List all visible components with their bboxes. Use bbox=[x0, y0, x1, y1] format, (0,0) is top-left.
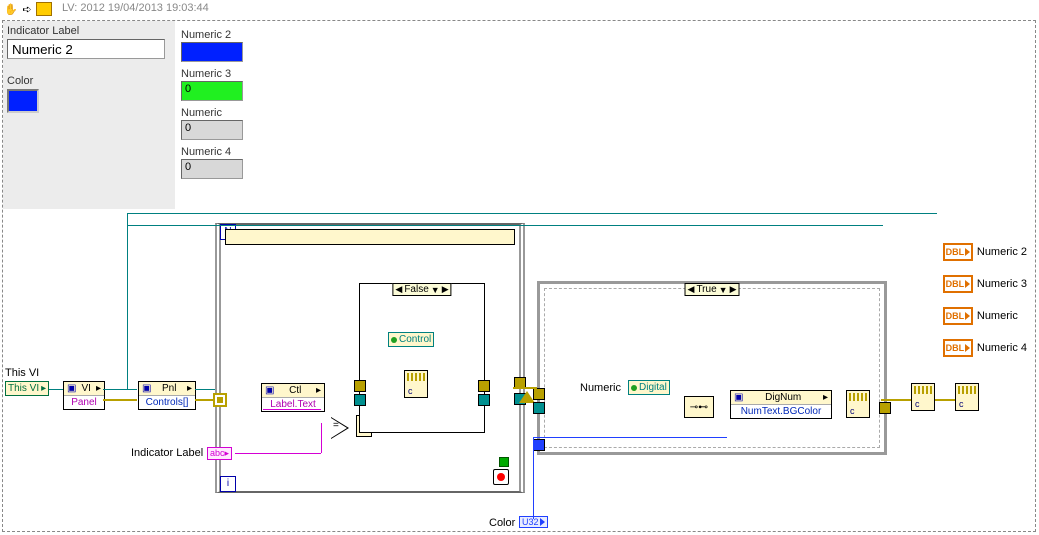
close-ref-node[interactable] bbox=[846, 390, 870, 418]
hand-icon[interactable]: ✋ bbox=[4, 2, 18, 16]
to-more-specific-node[interactable] bbox=[404, 370, 428, 398]
arrow-icon[interactable]: ➪ bbox=[20, 2, 34, 16]
panel-property-node[interactable]: ▣Pnl▸ Controls[] bbox=[138, 381, 196, 410]
numeric-indicator: Numeric 0 bbox=[181, 107, 243, 140]
terminal-label: Numeric 2 bbox=[977, 246, 1027, 258]
color-box[interactable] bbox=[7, 89, 39, 113]
tunnel-out bbox=[478, 394, 490, 406]
terminal-label: Numeric 4 bbox=[977, 342, 1027, 354]
case-structure-false[interactable]: ◀False▼▶ Control bbox=[359, 283, 485, 433]
clear-error-node[interactable] bbox=[911, 383, 935, 411]
class-dot-icon bbox=[631, 385, 637, 391]
terminal-row: DBL Numeric 2 bbox=[943, 243, 1027, 261]
case-selector-true[interactable]: ◀True▼▶ bbox=[685, 283, 740, 296]
wire bbox=[935, 399, 955, 401]
wire bbox=[195, 389, 215, 390]
equals-symbol: = bbox=[333, 420, 339, 431]
wire bbox=[513, 387, 537, 389]
window-title: LV: 2012 19/04/2013 19:03:44 bbox=[62, 2, 209, 14]
dbl-terminal-icon[interactable]: DBL bbox=[943, 243, 973, 261]
case-selector[interactable]: ◀False▼▶ bbox=[392, 283, 451, 296]
terminal-list: DBL Numeric 2 DBL Numeric 3 DBL Numeric … bbox=[943, 243, 1027, 371]
terminal-row: DBL Numeric 4 bbox=[943, 339, 1027, 357]
wire bbox=[235, 453, 321, 454]
this-vi-node[interactable]: This VI▸ bbox=[5, 381, 49, 396]
numeric-indicator: Numeric 3 0 bbox=[181, 68, 243, 101]
wire bbox=[537, 437, 727, 438]
case-structure-true[interactable]: ◀True▼▶ Numeric Digital ⊸⊷ ▣DigNum▸ NumT… bbox=[537, 281, 887, 455]
auto-index-tunnel bbox=[213, 393, 227, 407]
numeric-indicator: Numeric 4 0 bbox=[181, 146, 243, 179]
block-diagram-frame: Indicator Label Color Numeric 2 Numeric … bbox=[2, 20, 1036, 532]
digital-class-node[interactable]: Digital bbox=[628, 380, 670, 395]
true-tunnel-out bbox=[879, 402, 891, 414]
terminal-label: Numeric 3 bbox=[977, 278, 1027, 290]
color-wire-label: Color bbox=[489, 517, 515, 529]
indicator-label-input[interactable] bbox=[7, 39, 165, 59]
vi-property-node[interactable]: ▣VI▸ Panel bbox=[63, 381, 105, 410]
wire bbox=[533, 437, 534, 519]
this-vi-label: This VI bbox=[5, 367, 39, 379]
to-more-specific-2[interactable]: ⊸⊷ bbox=[684, 396, 714, 418]
tunnel-in bbox=[354, 394, 366, 406]
ctl-property-node[interactable]: ▣Ctl▸ Label.Text bbox=[261, 383, 325, 412]
true-tunnel-ref bbox=[533, 388, 545, 400]
tunnel-ref-out bbox=[478, 380, 490, 392]
indicator-label-caption: Indicator Label bbox=[7, 25, 171, 37]
wire bbox=[49, 389, 63, 390]
conditional-terminal-wire bbox=[499, 457, 509, 467]
terminal-row: DBL Numeric 3 bbox=[943, 275, 1027, 293]
stop-terminal[interactable] bbox=[493, 469, 509, 485]
indicator-label-wire-caption: Indicator Label bbox=[131, 447, 203, 459]
wire bbox=[195, 399, 213, 401]
class-dot-icon bbox=[391, 337, 397, 343]
dbl-terminal-icon[interactable]: DBL bbox=[943, 307, 973, 325]
loop-header bbox=[225, 229, 515, 245]
wire bbox=[127, 213, 937, 214]
i-terminal[interactable]: i bbox=[220, 476, 236, 492]
color-caption: Color bbox=[7, 75, 171, 87]
close-ref-node-2[interactable] bbox=[955, 383, 979, 411]
dignum-property-node[interactable]: ▣DigNum▸ NumText.BGColor bbox=[730, 390, 832, 419]
wire bbox=[103, 389, 137, 390]
numeric-indicators: Numeric 2 Numeric 3 0 Numeric 0 Numeric … bbox=[181, 29, 243, 185]
tunnel-ref bbox=[354, 380, 366, 392]
wire bbox=[103, 399, 137, 401]
dbl-terminal-icon[interactable]: DBL bbox=[943, 275, 973, 293]
true-color-tunnel bbox=[533, 439, 545, 451]
dbl-terminal-icon[interactable]: DBL bbox=[943, 339, 973, 357]
case-inner bbox=[544, 288, 880, 448]
numeric-indicator: Numeric 2 bbox=[181, 29, 243, 62]
wire bbox=[881, 399, 911, 401]
wire bbox=[127, 225, 883, 226]
abc-string-terminal[interactable]: abc▸ bbox=[207, 447, 232, 460]
vi-icon[interactable] bbox=[36, 2, 52, 16]
numeric-class-label: Numeric bbox=[580, 382, 621, 394]
true-tunnel-in bbox=[533, 402, 545, 414]
toolbar: ✋ ➪ bbox=[4, 2, 52, 16]
terminal-label: Numeric bbox=[977, 310, 1018, 322]
control-class-node[interactable]: Control bbox=[388, 332, 434, 347]
wire bbox=[127, 213, 128, 389]
wire bbox=[263, 409, 321, 410]
terminal-row: DBL Numeric bbox=[943, 307, 1027, 325]
wire bbox=[321, 423, 322, 453]
controls-panel: Indicator Label Color bbox=[3, 21, 175, 209]
